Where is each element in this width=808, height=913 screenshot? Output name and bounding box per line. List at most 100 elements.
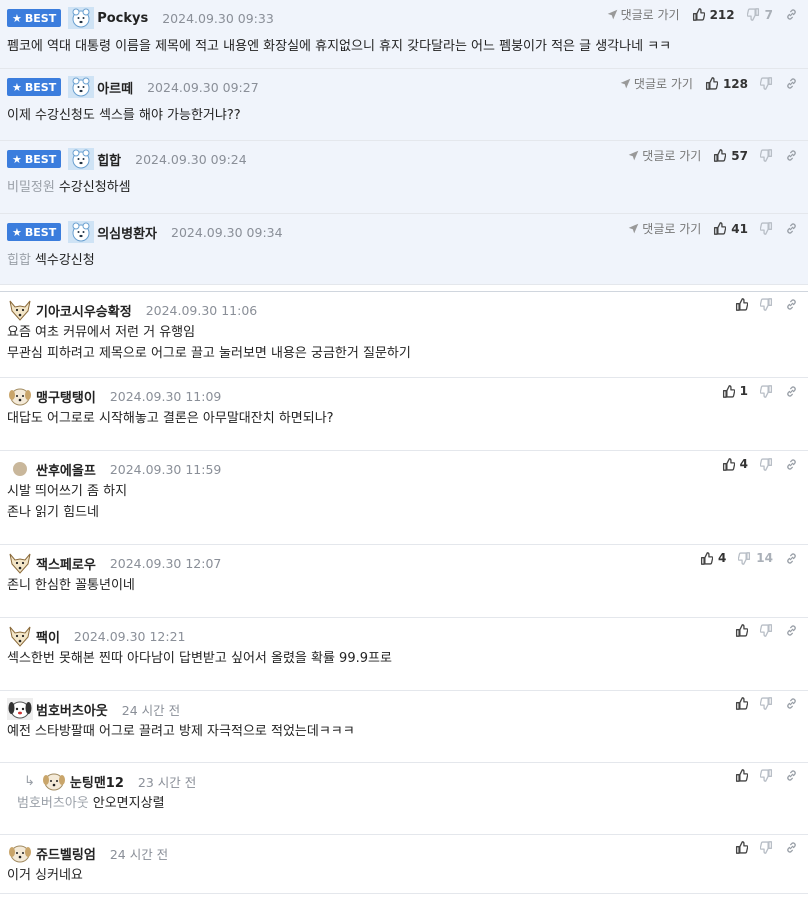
- fox-avatar[interactable]: [7, 299, 33, 321]
- nickname[interactable]: 눈팅맨12: [70, 772, 124, 791]
- go-to-reply-link[interactable]: 댓글로 가기: [620, 75, 693, 92]
- permalink-button[interactable]: [785, 841, 798, 854]
- comment-text: 이거 싱커네요: [7, 868, 83, 883]
- polar-bear-avatar[interactable]: [68, 76, 95, 98]
- permalink-button[interactable]: [785, 298, 798, 311]
- like-count: 4: [717, 551, 727, 565]
- comment-date: 24 시간 전: [109, 846, 169, 862]
- nickname[interactable]: Pockys: [97, 11, 148, 26]
- quoted-nickname[interactable]: 범호버츠아웃: [17, 796, 89, 811]
- go-to-reply-link[interactable]: 댓글로 가기: [607, 6, 680, 23]
- permalink-button[interactable]: [785, 552, 798, 565]
- comment-text: 이제 수강신청도 섹스를 해야 가능한거냐??: [7, 108, 241, 123]
- go-to-reply-link[interactable]: 댓글로 가기: [628, 220, 701, 237]
- nickname[interactable]: 잭스페로우: [36, 554, 96, 573]
- permalink-button[interactable]: [785, 8, 798, 21]
- puppy-avatar[interactable]: [7, 385, 33, 407]
- dot-avatar[interactable]: [7, 458, 33, 480]
- nickname[interactable]: 맹구탱탱이: [36, 387, 96, 406]
- best-badge: ★ BEST: [7, 223, 62, 241]
- link-icon: [785, 149, 798, 162]
- comment-section: ★ BEST Pockys 2024.09.30 09:33 펨코에 역대 대통령 이름…: [0, 0, 808, 894]
- permalink-button[interactable]: [785, 77, 798, 90]
- thumbs-up-icon: [722, 457, 735, 471]
- go-to-reply-link[interactable]: 댓글로 가기: [628, 147, 701, 164]
- nickname[interactable]: 의심병환자: [97, 223, 157, 242]
- comment-date: 23 시간 전: [137, 774, 197, 790]
- dislike-button[interactable]: [760, 384, 773, 398]
- fox-avatar[interactable]: [7, 625, 33, 647]
- like-button[interactable]: [735, 624, 748, 637]
- comment-text: 존니 한심한 꼴통년이네: [7, 578, 135, 593]
- comment-body: 예전 스타방팔때 어그로 끌려고 방제 자극적으로 적었는데ㅋㅋㅋ: [7, 721, 355, 742]
- nickname[interactable]: 싼후에올프: [36, 460, 96, 479]
- like-button[interactable]: 4: [722, 457, 748, 471]
- like-button[interactable]: [735, 841, 748, 854]
- comment-text: 펨코에 역대 대통령 이름을 제목에 적고 내용엔 화장실에 휴지없으니 휴지 …: [7, 39, 672, 54]
- thumbs-down-icon: [760, 624, 773, 637]
- quoted-nickname[interactable]: 비밀정원: [7, 180, 55, 195]
- nickname[interactable]: 범호버츠아웃: [36, 700, 108, 719]
- comment-actions: [723, 624, 798, 637]
- thumbs-down-icon: [760, 697, 773, 710]
- like-button[interactable]: 57: [713, 149, 748, 163]
- dislike-button[interactable]: [760, 697, 773, 710]
- dislike-button[interactable]: [760, 222, 773, 235]
- polar-bear-avatar[interactable]: [68, 221, 95, 243]
- permalink-button[interactable]: [785, 697, 798, 710]
- comment-body: 섹스한번 못해본 찐따 아다남이 답변받고 싶어서 올렸을 확률 99.9프로: [7, 648, 392, 669]
- like-button[interactable]: 4: [700, 551, 726, 565]
- like-count: 4: [739, 457, 748, 471]
- dislike-count: 7: [764, 7, 773, 22]
- permalink-button[interactable]: [785, 769, 798, 782]
- like-button[interactable]: 212: [692, 8, 735, 22]
- thumbs-down-icon: [760, 384, 773, 398]
- nickname[interactable]: 힙합: [97, 150, 121, 169]
- like-button[interactable]: 128: [705, 77, 748, 91]
- permalink-button[interactable]: [785, 149, 798, 162]
- dislike-button[interactable]: [760, 624, 773, 637]
- comment-header: ↳ 눈팅맨12 23 시간 전: [24, 769, 196, 793]
- puppy-avatar[interactable]: [7, 842, 33, 864]
- like-button[interactable]: 41: [713, 222, 748, 236]
- comment-body: 요즘 여초 커뮤에서 저런 거 유행임 무관심 피하려고 제목으로 어그로 끌고 …: [7, 322, 411, 364]
- comment-date: 2024.09.30 11:59: [109, 461, 222, 477]
- dislike-button[interactable]: [760, 769, 773, 782]
- thumbs-up-icon: [735, 624, 748, 637]
- polar-bear-avatar[interactable]: [68, 7, 95, 29]
- comment: 범호버츠아웃 24 시간 전 예전 스타방팔때 어그로 끌려고 방제 자극적으로 적…: [0, 691, 808, 763]
- fox-avatar[interactable]: [7, 552, 33, 574]
- best-badge: ★ BEST: [7, 9, 62, 27]
- polar-bear-avatar[interactable]: [68, 148, 95, 170]
- thumbs-down-icon: [760, 149, 773, 162]
- permalink-button[interactable]: [785, 222, 798, 235]
- thumbs-up-icon: [735, 697, 748, 710]
- dog-avatar[interactable]: [7, 698, 33, 720]
- permalink-button[interactable]: [785, 458, 798, 471]
- like-button[interactable]: [735, 769, 748, 782]
- permalink-button[interactable]: [785, 624, 798, 637]
- nickname[interactable]: 쥬드벨링엄: [36, 844, 96, 863]
- dislike-button[interactable]: [760, 149, 773, 162]
- nickname[interactable]: 팩이: [36, 627, 60, 646]
- dislike-button[interactable]: 7: [746, 7, 773, 22]
- like-button[interactable]: [735, 298, 748, 311]
- comment-actions: 4 14: [688, 551, 798, 565]
- nickname[interactable]: 기아코시우승확정: [36, 301, 132, 320]
- like-count: 212: [709, 7, 735, 22]
- dislike-button[interactable]: [760, 457, 773, 471]
- nickname[interactable]: 아르떼: [97, 78, 133, 97]
- comment-header: 팩이 2024.09.30 12:21: [7, 624, 186, 648]
- puppy-avatar[interactable]: [41, 770, 67, 792]
- like-button[interactable]: [735, 697, 748, 710]
- dislike-button[interactable]: [760, 298, 773, 311]
- dislike-button[interactable]: [760, 77, 773, 90]
- like-button[interactable]: 1: [722, 384, 748, 398]
- dislike-button[interactable]: 14: [738, 551, 773, 565]
- comment-actions: 댓글로 가기 128: [608, 75, 798, 92]
- best-comment: ★ BEST 아르떼 2024.09.30 09:27 이제 수강신청도 섹스를 해야 …: [0, 69, 808, 141]
- quoted-nickname[interactable]: 힙합: [7, 253, 31, 268]
- permalink-button[interactable]: [785, 385, 798, 398]
- comment-text-line: 펨코에 역대 대통령 이름을 제목에 적고 내용엔 화장실에 휴지없으니 휴지 …: [7, 36, 671, 57]
- dislike-button[interactable]: [760, 841, 773, 854]
